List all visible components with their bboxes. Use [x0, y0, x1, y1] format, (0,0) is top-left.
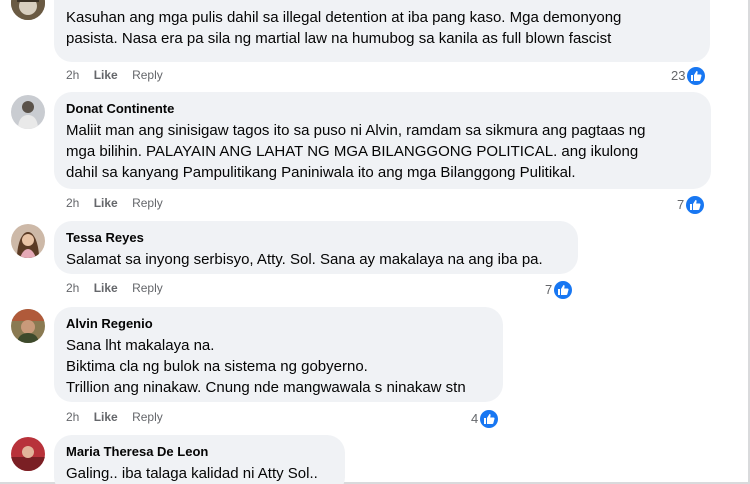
comment-text: Sana lht makalaya na. Biktima cla ng bul…: [66, 335, 491, 398]
comment-author[interactable]: Tessa Reyes: [66, 229, 566, 246]
comment-text-line: dahil sa kanyang Pampulitikang Paniniwal…: [66, 164, 576, 181]
thumbs-up-icon: [686, 195, 705, 214]
reaction-count[interactable]: 7: [541, 278, 575, 300]
comment-timestamp[interactable]: 2h: [66, 280, 79, 296]
like-button[interactable]: Like: [94, 280, 118, 296]
reaction-count-value: 7: [545, 281, 553, 297]
avatar[interactable]: [11, 437, 45, 471]
comment-text: Salamat sa inyong serbisyo, Atty. Sol. S…: [66, 249, 566, 270]
like-button[interactable]: Like: [94, 409, 118, 425]
reaction-count[interactable]: 4: [467, 407, 501, 429]
reaction-count[interactable]: 23: [667, 64, 708, 86]
like-button[interactable]: Like: [94, 67, 118, 83]
comment-text-line: Galing.. iba talaga kalidad ni Atty Sol.…: [66, 465, 318, 482]
comment-timestamp[interactable]: 2h: [66, 195, 79, 211]
comment-author[interactable]: Maria Theresa De Leon: [66, 443, 333, 460]
comments-panel: Kasuhan ang mga pulis dahil sa illegal d…: [0, 0, 750, 484]
comment-actions: 2h Like Reply: [66, 280, 174, 296]
comment-text-line: Sana lht makalaya na.: [66, 337, 215, 354]
avatar[interactable]: [11, 309, 45, 343]
thumbs-up-icon: [554, 280, 573, 299]
thumbs-up-icon: [480, 409, 499, 428]
comment-actions: 2h Like Reply: [66, 67, 174, 83]
comment-text-line: Trillion ang ninakaw. Cnung nde mangwawa…: [66, 379, 466, 396]
reaction-count-value: 7: [677, 196, 685, 212]
reaction-count-value: 23: [671, 67, 686, 83]
comment-author[interactable]: Donat Continente: [66, 100, 699, 117]
comment-text: Galing.. iba talaga kalidad ni Atty Sol.…: [66, 463, 333, 484]
comment-actions: 2h Like Reply: [66, 195, 174, 211]
thumbs-up-icon: [687, 66, 706, 85]
reaction-count-value: 4: [471, 410, 479, 426]
comment-text-line: mga bilihin. PALAYAIN ANG LAHAT NG MGA B…: [66, 143, 639, 160]
reply-button[interactable]: Reply: [132, 409, 163, 425]
reaction-count[interactable]: 7: [673, 193, 707, 215]
reply-button[interactable]: Reply: [132, 195, 163, 211]
avatar[interactable]: [11, 224, 45, 258]
avatar[interactable]: [11, 0, 45, 20]
comment-text-line: Salamat sa inyong serbisyo, Atty. Sol. S…: [66, 251, 543, 268]
comment-timestamp[interactable]: 2h: [66, 67, 79, 83]
comment-bubble: Alvin Regenio Sana lht makalaya na. Bikt…: [54, 307, 503, 402]
comment-text-line: Biktima cla ng bulok na sistema ng gobye…: [66, 358, 368, 375]
comment-bubble: Donat Continente Maliit man ang sinisiga…: [54, 92, 711, 189]
comment-text-line: Maliit man ang sinisigaw tagos ito sa pu…: [66, 122, 646, 139]
comment-author[interactable]: Alvin Regenio: [66, 315, 491, 332]
comment-bubble: Maria Theresa De Leon Galing.. iba talag…: [54, 435, 345, 484]
like-button[interactable]: Like: [94, 195, 118, 211]
comment-text: Maliit man ang sinisigaw tagos ito sa pu…: [66, 120, 699, 183]
comment-timestamp[interactable]: 2h: [66, 409, 79, 425]
comment-bubble: Kasuhan ang mga pulis dahil sa illegal d…: [54, 0, 710, 62]
comment-actions: 2h Like Reply: [66, 409, 174, 425]
comment-text: Kasuhan ang mga pulis dahil sa illegal d…: [66, 7, 698, 49]
comment-bubble: Tessa Reyes Salamat sa inyong serbisyo, …: [54, 221, 578, 274]
avatar[interactable]: [11, 95, 45, 129]
reply-button[interactable]: Reply: [132, 280, 163, 296]
comment-text-line: Kasuhan ang mga pulis dahil sa illegal d…: [66, 9, 622, 26]
comment-text-line: pasista. Nasa era pa sila ng martial law…: [66, 30, 612, 47]
reply-button[interactable]: Reply: [132, 67, 163, 83]
